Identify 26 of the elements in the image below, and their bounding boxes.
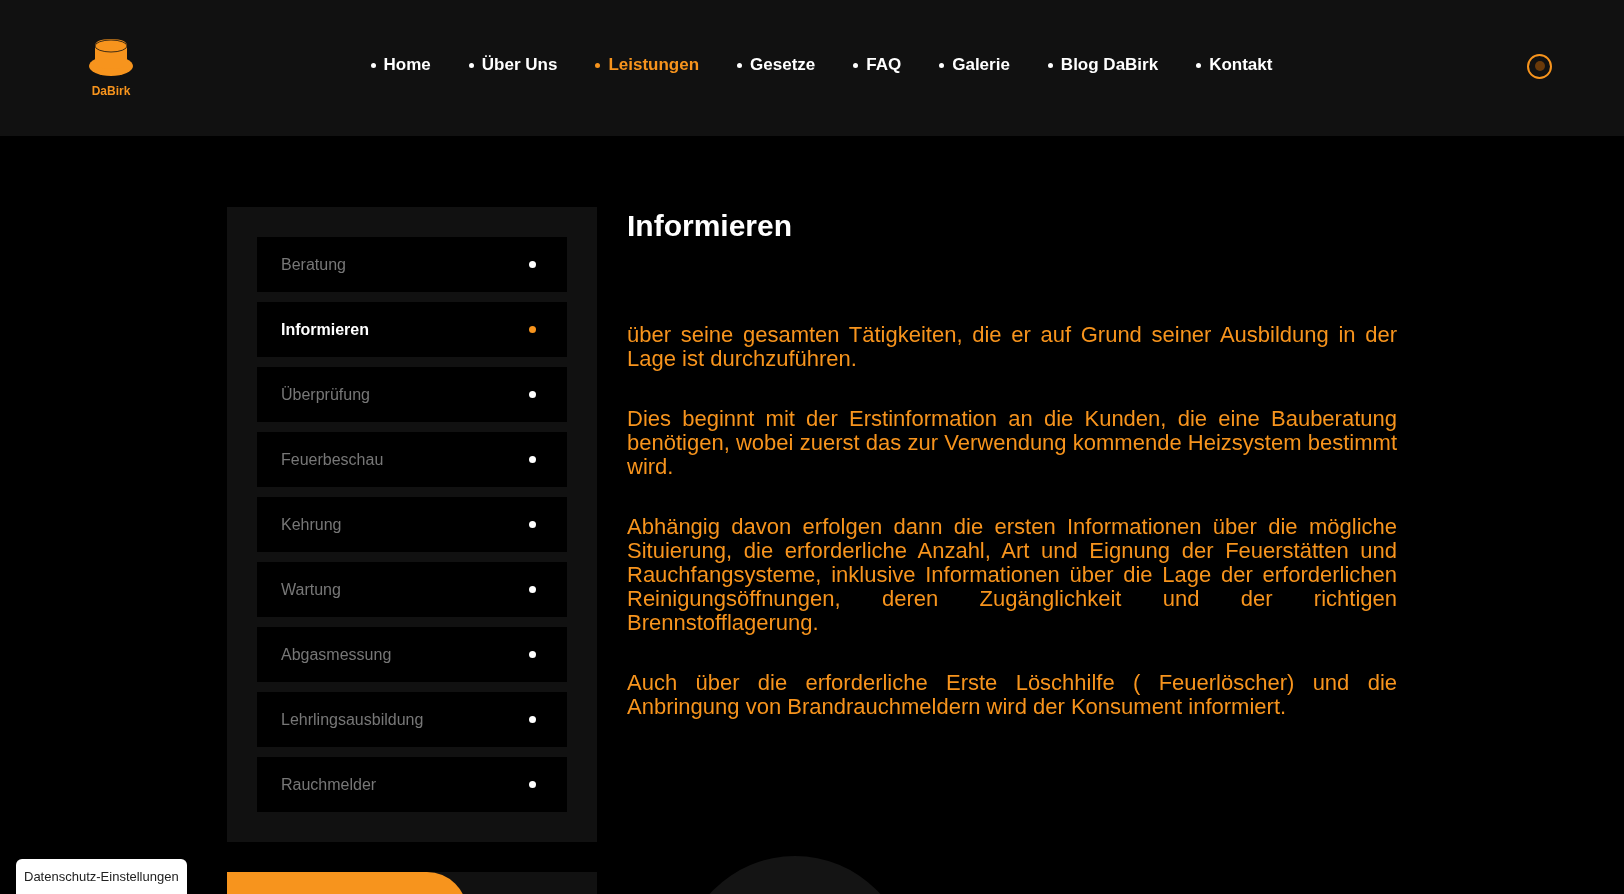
sidebar-item[interactable]: Feuerbeschau: [257, 432, 567, 487]
nav-link[interactable]: Home: [370, 52, 431, 78]
sidebar-item[interactable]: Rauchmelder: [257, 757, 567, 812]
sidebar-item[interactable]: Abgasmessung: [257, 627, 567, 682]
sidebar-item[interactable]: Beratung: [257, 237, 567, 292]
nav-link[interactable]: Galerie: [939, 52, 1010, 78]
toggle-icon[interactable]: [1527, 53, 1552, 79]
sidebar-item[interactable]: Informieren: [257, 302, 567, 357]
body-paragraph: Dies beginnt mit der Erstinformation an die Kunden, die eine Bauberatung benötigen, wobei zuerst das zur Verwendung kommende Heizsystem bestimmt wird.: [627, 406, 1397, 479]
sidebar-item[interactable]: Kehrung: [257, 497, 567, 552]
nav-link[interactable]: Gesetze: [737, 52, 816, 78]
sidebar-item[interactable]: Wartung: [257, 562, 567, 617]
nav-link[interactable]: Blog DaBirk: [1047, 52, 1159, 78]
hat-logo-icon: [88, 36, 134, 78]
body-paragraph: über seine gesamten Tätigkeiten, die er auf Grund seiner Ausbildung in der Lage ist durchzuführen.: [627, 322, 1397, 371]
body-paragraph: Auch über die erforderliche Erste Löschhilfe ( Feuerlöscher) und die Anbringung von Brandrauchmeldern wird der Konsument informiert.: [627, 670, 1397, 719]
nav-link[interactable]: FAQ: [853, 52, 902, 78]
logo-text: DaBirk: [91, 83, 131, 100]
nav-link[interactable]: Über Uns: [468, 52, 558, 78]
nav-link[interactable]: Kontakt: [1196, 52, 1273, 78]
sidebar-item[interactable]: Überprüfung: [257, 367, 567, 422]
body-paragraph: Abhängig davon erfolgen dann die ersten Informationen über die mögliche Situierung, die erforderliche Anzahl, Art und Eignung der Feuerstätten und Rauchfangsysteme, inklusive Informationen über die Lage der erforderlichen Reinigungsöffnungen, deren Zugänglichkeit und der richtigen Brennstofflagerung.: [627, 514, 1397, 635]
privacy-settings-button[interactable]: Datenschutz-Einstellungen: [16, 858, 187, 894]
sidebar-item[interactable]: Lehrlingsausbildung: [257, 692, 567, 747]
nav-link[interactable]: Leistungen: [595, 52, 700, 78]
page-title: Informieren: [627, 208, 794, 244]
